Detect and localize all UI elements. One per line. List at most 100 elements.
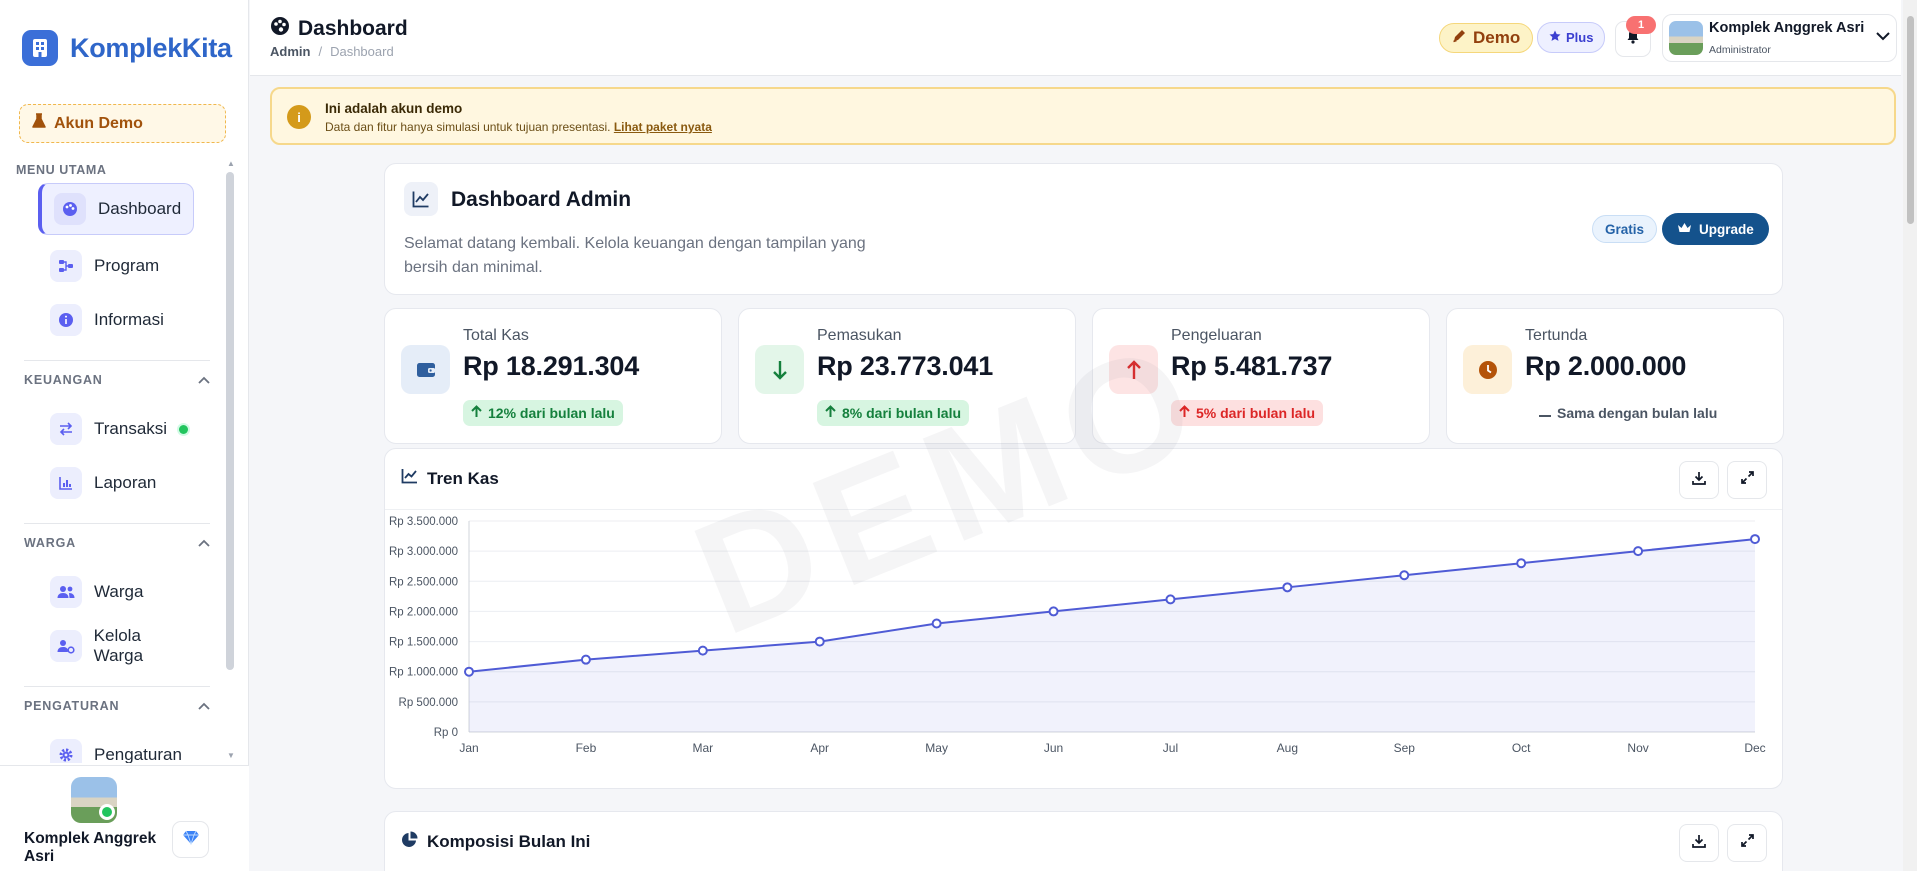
sidebar-item-label: Warga [94,582,144,601]
profile-role: Administrator [1709,44,1771,56]
group-pengaturan-header[interactable]: PENGATURAN [24,699,210,713]
sidebar-item-transaksi[interactable]: Transaksi [38,403,194,455]
upgrade-button[interactable]: Upgrade [1662,213,1769,245]
plan-plus-badge[interactable]: Plus [1537,22,1606,53]
sidebar-item-label: Program [94,256,160,275]
arrow-down-icon [755,345,804,394]
group-warga-header[interactable]: WARGA [24,536,210,550]
stat-label: Tertunda [1525,327,1588,344]
stat-card-pemasukan: Pemasukan Rp 23.773.041 8% dari bulan la… [738,308,1076,444]
stat-change-badge: 8% dari bulan lalu [817,400,970,426]
divider [24,360,210,361]
real-plans-link[interactable]: Lihat paket nyata [614,120,712,134]
sidebar-item-laporan[interactable]: Laporan [38,457,194,509]
x-tick-label: Dec [1744,741,1765,755]
stat-change-badge: Sama dengan bulan lalu [1531,400,1725,426]
profile-name: Komplek Anggrek Asri [1709,20,1865,36]
pencil-icon [1452,28,1467,48]
x-tick-label: Mar [692,741,713,755]
download-icon [1692,471,1706,490]
composition-card: Komposisi Bulan Ini [384,811,1783,871]
data-point [464,666,474,677]
page-scrollbar-thumb[interactable] [1907,16,1914,224]
chevron-down-icon [1876,28,1890,46]
info-icon [50,304,82,336]
upgrade-label: Upgrade [1699,221,1754,237]
plan-badge: Gratis [1592,215,1658,243]
status-dot [179,424,189,434]
palette-icon [270,16,290,42]
building-icon [22,30,58,66]
stat-card-pengeluaran: Pengeluaran Rp 5.481.737 5% dari bulan l… [1092,308,1430,444]
data-point [1165,594,1176,605]
sidebar-nav: MENU UTAMA Dashboard Program Informasi K… [0,158,236,763]
stat-change-text: 5% dari bulan lalu [1196,405,1316,421]
scroll-down-arrow[interactable]: ▼ [227,751,235,760]
pie-chart-icon [401,831,418,853]
banner-text: Data dan fitur hanya simulasi untuk tuju… [325,120,712,134]
chart-icon [50,467,82,499]
download-button[interactable] [1679,824,1719,862]
stat-card-total-kas: Total Kas Rp 18.291.304 12% dari bulan l… [384,308,722,444]
chevron-up-icon [198,699,210,713]
sidebar-item-program[interactable]: Program [38,240,194,292]
page-title: Dashboard [270,16,408,42]
breadcrumb-current: Dashboard [330,44,394,59]
x-tick-label: Feb [576,741,597,755]
sidebar-item-pengaturan[interactable]: Pengaturan [38,729,194,763]
scroll-up-arrow[interactable]: ▲ [227,159,235,168]
demo-badge[interactable]: Demo [1439,23,1534,53]
page-title-text: Dashboard [298,17,408,40]
stat-value: Rp 18.291.304 [463,351,640,381]
premium-button[interactable] [172,821,209,858]
y-tick-label: Rp 2.000.000 [389,606,458,618]
gear-icon [50,739,82,763]
sidebar-item-label: Dashboard [98,199,182,218]
sidebar-item-kelola-warga[interactable]: Kelola Warga [38,620,194,672]
star-icon [1549,30,1561,45]
brand-logo[interactable]: KomplekKita [22,30,232,66]
x-tick-label: Apr [810,741,829,755]
expand-button[interactable] [1727,824,1767,862]
x-tick-label: Nov [1627,741,1648,755]
group-title: PENGATURAN [24,699,120,713]
chevron-up-icon [198,536,210,550]
sidebar-item-informasi[interactable]: Informasi [38,294,194,346]
sidebar-item-warga[interactable]: Warga [38,566,194,618]
demo-account-label: Akun Demo [54,114,143,132]
stat-change-text: 8% dari bulan lalu [842,405,962,421]
breadcrumb-root[interactable]: Admin [270,44,310,59]
x-tick-label: Aug [1277,741,1298,755]
sidebar-item-dashboard[interactable]: Dashboard [38,183,194,235]
stat-value: Rp 2.000.000 [1525,351,1687,381]
expand-button[interactable] [1727,461,1767,499]
card-header: Tren Kas [385,449,1782,510]
download-button[interactable] [1679,461,1719,499]
online-status-dot [99,804,115,820]
data-point [814,636,825,647]
sidebar-item-label: Pengaturan [94,745,182,763]
profile-menu[interactable]: Komplek Anggrek Asri Administrator [1662,14,1897,62]
card-title: Tren Kas [401,468,499,489]
stat-value: Rp 23.773.041 [817,351,994,381]
arrow-up-icon [1109,345,1158,394]
stat-label: Pemasukan [817,327,902,344]
plus-badge-label: Plus [1566,30,1594,45]
y-tick-label: Rp 1.500.000 [389,637,458,649]
divider [24,686,210,687]
trend-chart-icon [404,182,438,216]
info-icon: i [287,105,311,129]
group-keuangan-header[interactable]: KEUANGAN [24,373,210,387]
demo-banner: i Ini adalah akun demo Data dan fitur ha… [270,87,1896,145]
stat-change-text: Sama dengan bulan lalu [1557,405,1718,421]
avatar [1669,21,1703,55]
demo-account-pill[interactable]: Akun Demo [19,104,226,143]
data-point [1516,558,1527,569]
y-tick-label: Rp 0 [434,727,458,739]
welcome-subtitle: Selamat datang kembali. Kelola keuangan … [404,235,866,276]
sidebar-scrollbar[interactable] [226,172,234,670]
cash-trend-chart: Rp 0 Rp 500.000 Rp 1.000.000 Rp 1.500.000 Rp… [389,516,1766,755]
x-tick-label: Jul [1163,741,1178,755]
group-title: KEUANGAN [24,373,103,387]
x-tick-label: Oct [1512,741,1531,755]
